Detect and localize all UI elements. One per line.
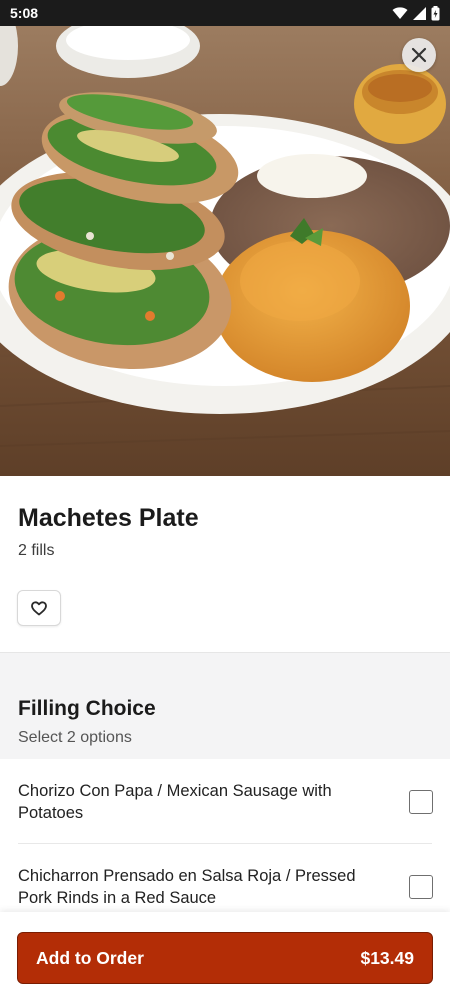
status-bar: 5:08 (0, 0, 450, 26)
option-chicharron-prensado[interactable]: Chicharron Prensado en Salsa Roja / Pres… (0, 865, 450, 913)
option-label: Chicharron Prensado en Salsa Roja / Pres… (18, 867, 356, 907)
section-title: Filling Choice (18, 697, 156, 720)
add-to-order-label: Add to Order (36, 947, 144, 968)
close-icon (411, 47, 427, 63)
order-price: $13.49 (360, 947, 414, 968)
add-to-order-button[interactable]: Add to Order $13.49 (17, 932, 433, 984)
item-photo (0, 26, 450, 476)
option-checkbox[interactable] (409, 875, 433, 899)
filling-choice-header: Filling Choice Select 2 options (0, 652, 450, 759)
heart-icon (31, 600, 47, 615)
status-icons (392, 5, 440, 21)
footer-bar: Add to Order $13.49 (0, 912, 450, 1000)
wifi-icon (392, 7, 408, 19)
option-label: Chorizo Con Papa / Mexican Sausage with … (18, 782, 332, 822)
section-subtitle: Select 2 options (18, 729, 132, 746)
signal-icon (413, 6, 426, 20)
item-description: 2 fills (18, 542, 55, 559)
favorite-button[interactable] (17, 590, 61, 626)
status-time: 5:08 (10, 5, 39, 21)
close-button[interactable] (402, 38, 436, 72)
divider (18, 843, 432, 844)
item-title: Machetes Plate (18, 504, 199, 532)
battery-icon (431, 5, 440, 20)
option-chorizo-con-papa[interactable]: Chorizo Con Papa / Mexican Sausage with … (0, 780, 450, 828)
option-checkbox[interactable] (409, 790, 433, 814)
